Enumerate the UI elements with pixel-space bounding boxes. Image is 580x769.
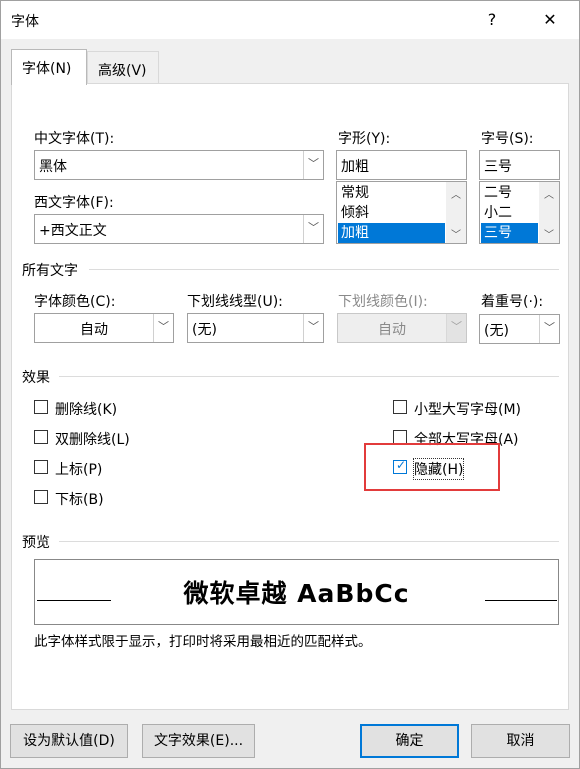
tab-advanced[interactable]: 高级(V) [87, 51, 159, 83]
chevron-down-icon[interactable]: ﹀ [539, 315, 559, 343]
ok-button[interactable]: 确定 [360, 724, 459, 758]
checkbox-box[interactable] [393, 430, 407, 444]
font-style-label: 字形(Y): [338, 131, 391, 147]
font-dialog: 字体 ? ✕ 字体(N) 高级(V) 中文字体(T): 黑体 ﹀ 西文字体(F)… [0, 0, 580, 769]
preview-box: 微软卓越 AaBbCc [34, 559, 559, 625]
tab-advanced-label: 高级(V) [98, 63, 147, 79]
chevron-down-icon[interactable]: ﹀ [153, 314, 173, 342]
western-font-combo[interactable]: +西文正文 ﹀ [34, 214, 324, 244]
section-divider [59, 541, 559, 542]
preview-note: 此字体样式限于显示，打印时将采用最相近的匹配样式。 [34, 634, 372, 650]
font-style-value: 加粗 [341, 159, 369, 175]
font-size-label: 字号(S): [481, 131, 534, 147]
hidden-label[interactable]: 隐藏(H) [412, 458, 465, 480]
title-bar: 字体 ? ✕ [1, 1, 579, 39]
font-color-value: 自动 [80, 322, 108, 338]
underline-color-combo: 自动 ﹀ [337, 313, 467, 343]
scroll-up-icon[interactable]: ︿ [539, 186, 559, 201]
scroll-up-icon[interactable]: ︿ [446, 186, 466, 201]
tab-font[interactable]: 字体(N) [11, 49, 87, 85]
checkbox-box[interactable] [34, 490, 48, 504]
chevron-down-icon[interactable]: ﹀ [303, 151, 323, 179]
emphasis-mark-combo[interactable]: (无) ﹀ [479, 314, 560, 344]
font-size-input[interactable]: 三号 [479, 150, 560, 180]
checkmark-icon: ✓ [396, 458, 407, 472]
western-font-value: +西文正文 [39, 223, 107, 239]
superscript-label[interactable]: 上标(P) [55, 459, 102, 479]
set-default-button[interactable]: 设为默认值(D) [10, 724, 128, 758]
subscript-label[interactable]: 下标(B) [55, 489, 104, 509]
emphasis-mark-value: (无) [484, 323, 509, 339]
checkbox-box[interactable]: ✓ [393, 458, 407, 474]
list-item[interactable]: 倾斜 [338, 203, 445, 223]
chinese-font-label: 中文字体(T): [34, 131, 115, 147]
western-font-label: 西文字体(F): [34, 195, 114, 211]
effects-section-title: 效果 [22, 370, 50, 386]
chinese-font-combo[interactable]: 黑体 ﹀ [34, 150, 324, 180]
scrollbar[interactable]: ︿ ﹀ [539, 182, 559, 243]
checkbox-box[interactable] [393, 400, 407, 414]
chinese-font-value: 黑体 [39, 159, 67, 175]
section-divider [59, 376, 559, 377]
chevron-down-icon: ﹀ [446, 314, 466, 342]
list-item[interactable]: 小二 [481, 203, 538, 223]
chevron-down-icon[interactable]: ﹀ [303, 215, 323, 243]
preview-section-title: 预览 [22, 535, 50, 551]
underline-style-combo[interactable]: (无) ﹀ [187, 313, 324, 343]
checkbox-box[interactable] [34, 430, 48, 444]
scrollbar[interactable]: ︿ ﹀ [446, 182, 466, 243]
chevron-down-icon[interactable]: ﹀ [303, 314, 323, 342]
font-color-combo[interactable]: 自动 ﹀ [34, 313, 174, 343]
text-effects-button[interactable]: 文字效果(E)... [142, 724, 255, 758]
cancel-button[interactable]: 取消 [471, 724, 570, 758]
window-title: 字体 [11, 14, 39, 30]
scroll-down-icon[interactable]: ﹀ [446, 226, 466, 241]
scroll-down-icon[interactable]: ﹀ [539, 226, 559, 241]
list-item[interactable]: 二号 [481, 183, 538, 203]
section-divider [89, 269, 559, 270]
list-item[interactable]: 常规 [338, 183, 445, 203]
tab-font-label: 字体(N) [22, 61, 72, 77]
font-style-input[interactable]: 加粗 [336, 150, 467, 180]
font-style-list[interactable]: 常规 倾斜 加粗 ︿ ﹀ [336, 181, 467, 244]
small-caps-label[interactable]: 小型大写字母(M) [414, 399, 521, 419]
underline-color-label: 下划线颜色(I): [338, 294, 428, 310]
underline-style-label: 下划线线型(U): [187, 294, 283, 310]
underline-color-value: 自动 [378, 322, 406, 338]
font-color-label: 字体颜色(C): [34, 294, 116, 310]
all-text-section-title: 所有文字 [22, 263, 78, 279]
checkbox-box[interactable] [34, 400, 48, 414]
strikethrough-label[interactable]: 删除线(K) [55, 399, 117, 419]
help-button[interactable]: ? [479, 7, 505, 33]
double-strikethrough-label[interactable]: 双删除线(L) [55, 429, 130, 449]
font-size-value: 三号 [484, 159, 512, 175]
underline-style-value: (无) [192, 322, 217, 338]
list-item[interactable]: 加粗 [338, 223, 445, 243]
preview-sample-text: 微软卓越 AaBbCc [183, 579, 410, 608]
checkbox-box[interactable] [34, 460, 48, 474]
font-size-list[interactable]: 二号 小二 三号 ︿ ﹀ [479, 181, 560, 244]
list-item[interactable]: 三号 [481, 223, 538, 243]
close-button[interactable]: ✕ [537, 7, 563, 33]
emphasis-mark-label: 着重号(·): [481, 294, 544, 310]
